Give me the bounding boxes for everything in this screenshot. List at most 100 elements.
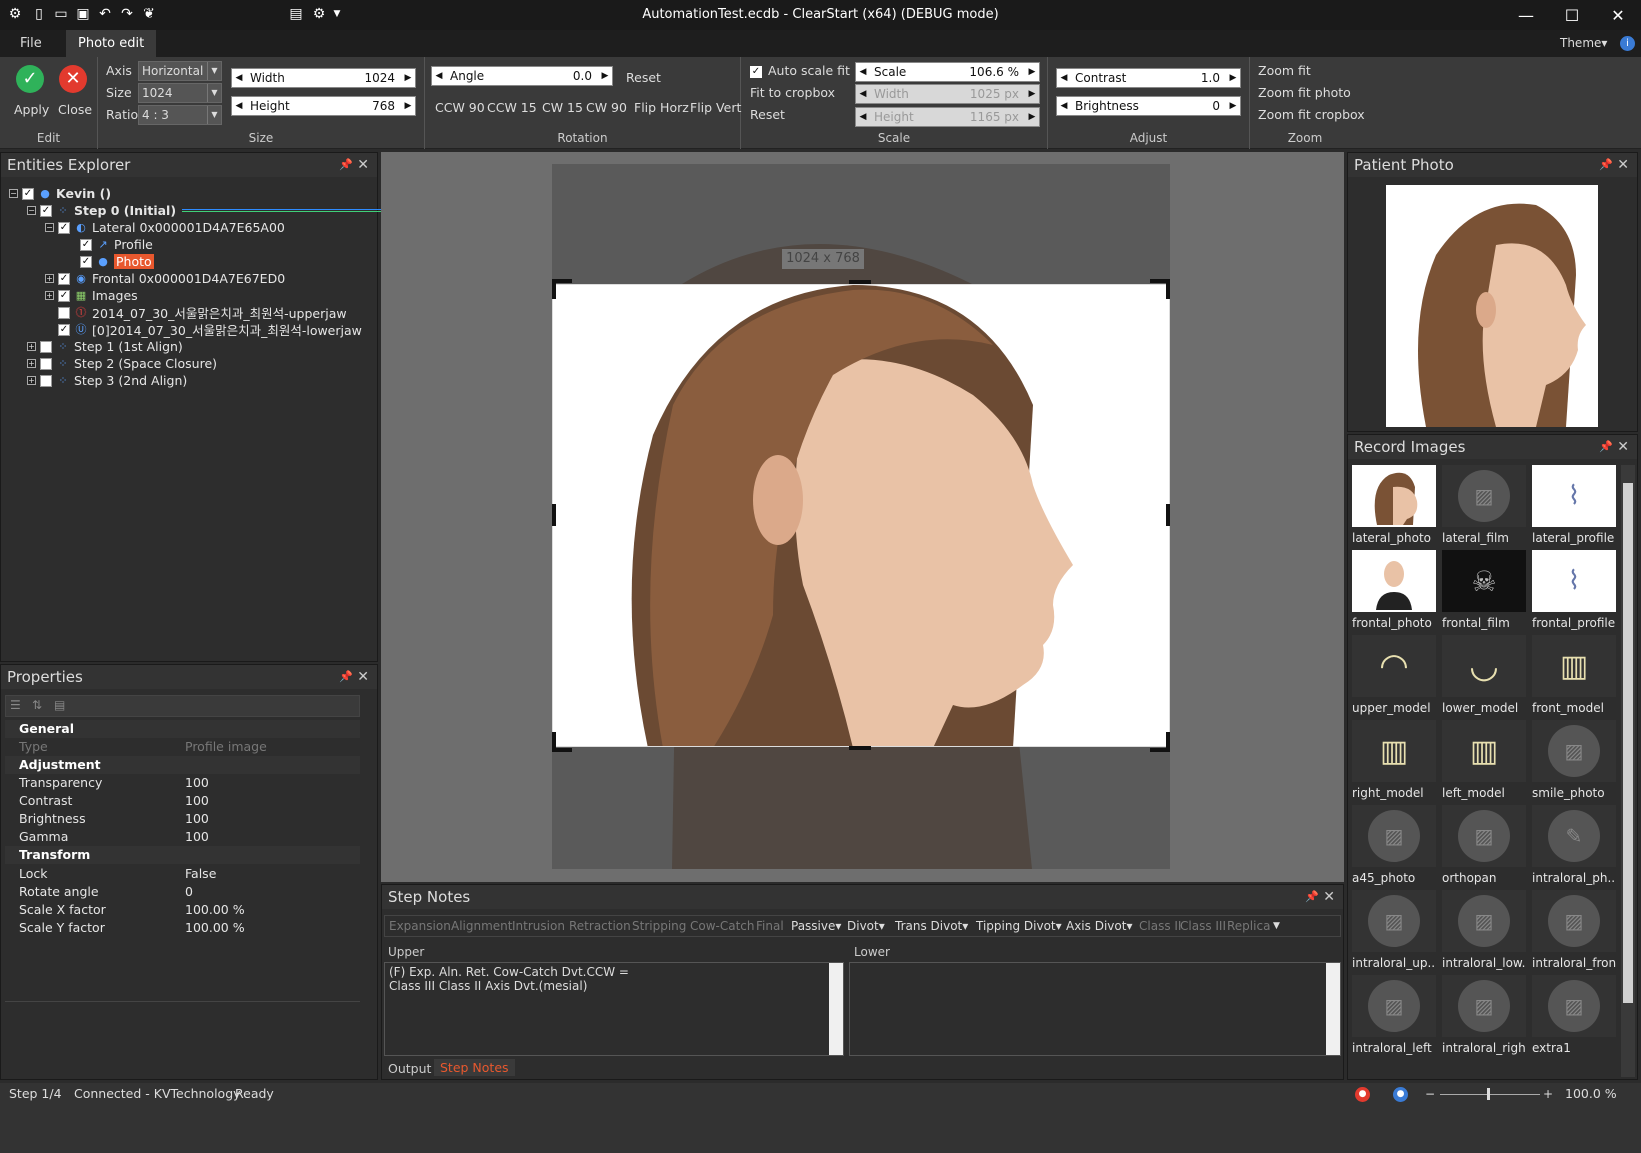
property-value[interactable]: 100.00 % — [185, 919, 245, 937]
record-image-item[interactable]: ▨ intraloral_front — [1532, 890, 1616, 970]
record-image-item[interactable]: ☠ frontal_film — [1442, 550, 1526, 630]
tree-item-step0[interactable]: − ✓ ⁘ Step 0 (Initial) — [27, 202, 393, 219]
angle-spinner[interactable]: ◀ Angle 0.0 ▶ — [431, 66, 613, 86]
expand-icon[interactable]: + — [45, 291, 54, 300]
rotation-reset-button[interactable]: Reset — [626, 70, 661, 85]
notes-tab-stripping[interactable]: Stripping — [632, 916, 686, 936]
zoom-slider-thumb[interactable] — [1487, 1088, 1490, 1100]
arrow-right-icon[interactable]: ▶ — [598, 71, 612, 81]
tree-item-images[interactable]: + ✓ ▦ Images — [45, 287, 138, 304]
property-value[interactable]: 100 — [185, 792, 209, 810]
record-image-item[interactable]: ✎ intraloral_ph... — [1532, 805, 1616, 885]
apply-icon[interactable]: ✓ — [16, 65, 44, 93]
close-icon[interactable]: ✕ — [1323, 885, 1335, 909]
arrow-right-icon[interactable]: ▶ — [401, 101, 415, 111]
lower-scrollbar[interactable] — [1326, 963, 1340, 1055]
zoom-slider[interactable] — [1440, 1094, 1540, 1095]
record-images-scrollbar[interactable] — [1621, 465, 1635, 1077]
crop-handle-bottom-left[interactable] — [552, 732, 572, 752]
notes-tab-class-iii[interactable]: Class III — [1180, 916, 1226, 936]
axis-divot-dropdown[interactable]: Axis Divot▾ — [1066, 916, 1132, 936]
record-image-item[interactable]: ⌇ lateral_profile — [1532, 465, 1616, 545]
crop-handle-top-left[interactable] — [552, 279, 572, 299]
record-image-item[interactable]: ▨ lateral_film — [1442, 465, 1526, 545]
record-image-item[interactable]: lateral_photo — [1352, 465, 1436, 545]
pin-icon[interactable]: 📌 — [1305, 885, 1319, 909]
crop-handle-top[interactable] — [849, 280, 871, 284]
notes-tab-alignment[interactable]: Alignment — [451, 916, 512, 936]
crop-handle-bottom[interactable] — [849, 746, 871, 750]
size-combo[interactable]: 1024 ▼ — [138, 83, 222, 103]
property-value[interactable]: 0 — [185, 883, 193, 901]
collapse-icon[interactable]: − — [27, 206, 36, 215]
scrollbar-thumb[interactable] — [1623, 483, 1633, 1003]
height-spinner[interactable]: ◀ Height 768 ▶ — [231, 96, 416, 116]
property-row[interactable]: Contrast 100 — [5, 792, 360, 810]
arrow-right-icon[interactable]: ▶ — [401, 73, 415, 83]
record-image-item[interactable]: ▨ a45_photo — [1352, 805, 1436, 885]
auto-scale-checkbox[interactable]: ✓ — [750, 66, 762, 78]
tree-item-photo[interactable]: ✓ ● Photo — [80, 253, 154, 270]
crop-handle-left[interactable] — [552, 504, 556, 526]
zoom-out-icon[interactable]: − — [1425, 1083, 1435, 1105]
close-icon[interactable]: ✕ — [357, 153, 369, 177]
record-image-item[interactable]: ▥ left_model — [1442, 720, 1526, 800]
arrow-left-icon[interactable]: ◀ — [232, 73, 246, 83]
tree-item-profile[interactable]: ✓ ↗ Profile — [80, 236, 153, 253]
property-value[interactable]: 100 — [185, 828, 209, 846]
record-image-item[interactable]: ▨ intraloral_right — [1442, 975, 1526, 1055]
tab-file[interactable]: File — [8, 30, 54, 57]
overflow-chevron-icon[interactable]: ▼ — [1273, 916, 1280, 936]
arrow-right-icon[interactable]: ▶ — [1025, 67, 1039, 77]
tipping-divot-dropdown[interactable]: Tipping Divot▾ — [976, 916, 1062, 936]
record-image-item[interactable]: ▨ intraloral_left — [1352, 975, 1436, 1055]
zoom-fit-cropbox-button[interactable]: Zoom fit cropbox — [1258, 107, 1365, 122]
scale-spinner[interactable]: ◀ Scale 106.6 % ▶ — [855, 62, 1040, 82]
collapse-icon[interactable]: − — [9, 189, 18, 198]
auto-scale-fit-label[interactable]: Auto scale fit — [768, 63, 850, 78]
crop-handle-bottom-right[interactable] — [1150, 732, 1170, 752]
checkbox[interactable]: ✓ — [80, 255, 92, 268]
crop-box[interactable] — [552, 284, 1170, 747]
tree-item-step2[interactable]: + ⁘ Step 2 (Space Closure) — [27, 355, 217, 372]
contrast-spinner[interactable]: ◀ Contrast 1.0 ▶ — [1056, 68, 1241, 88]
tab-photo-edit[interactable]: Photo edit — [66, 30, 157, 57]
checkbox[interactable] — [58, 306, 70, 319]
property-row[interactable]: Transparency 100 — [5, 774, 360, 792]
record-image-item[interactable]: ▨ intraloral_low... — [1442, 890, 1526, 970]
theme-dropdown[interactable]: Theme▾ — [1560, 30, 1607, 57]
checkbox[interactable]: ✓ — [58, 323, 70, 336]
fit-to-cropbox-button[interactable]: Fit to cropbox — [750, 85, 835, 100]
property-pages-icon[interactable]: ▤ — [54, 698, 65, 712]
flip-vert-button[interactable]: Flip Vert — [690, 100, 741, 115]
record-image-item[interactable]: ▥ front_model — [1532, 635, 1616, 715]
ratio-combo[interactable]: 4 : 3 ▼ — [138, 105, 222, 125]
scale-reset-button[interactable]: Reset — [750, 107, 785, 122]
arrow-left-icon[interactable]: ◀ — [432, 71, 446, 81]
arrow-right-icon[interactable]: ▶ — [1226, 101, 1240, 111]
property-row[interactable]: Scale Y factor 100.00 % — [5, 919, 360, 937]
zoom-fit-photo-button[interactable]: Zoom fit photo — [1258, 85, 1351, 100]
category-adjustment[interactable]: Adjustment — [5, 756, 360, 774]
maximize-button[interactable]: ☐ — [1549, 0, 1595, 30]
property-value[interactable]: 100 — [185, 810, 209, 828]
bottom-tab-step-notes[interactable]: Step Notes — [434, 1059, 515, 1076]
category-transform[interactable]: Transform — [5, 846, 360, 864]
checkbox[interactable]: ✓ — [40, 204, 52, 217]
property-value[interactable]: 100.00 % — [185, 901, 245, 919]
record-image-item[interactable]: ⌇ frontal_profile — [1532, 550, 1616, 630]
user-icon[interactable]: ● — [1393, 1087, 1408, 1102]
record-image-item[interactable]: ▥ right_model — [1352, 720, 1436, 800]
tree-item-step1[interactable]: + ⁘ Step 1 (1st Align) — [27, 338, 183, 355]
cw90-button[interactable]: CW 90 — [586, 100, 627, 115]
crop-handle-right[interactable] — [1166, 504, 1170, 526]
pin-icon[interactable]: 📌 — [1599, 435, 1613, 459]
categorized-icon[interactable]: ☰ — [10, 698, 21, 712]
notes-tab-retraction[interactable]: Retraction — [569, 916, 631, 936]
record-image-item[interactable]: ◠ upper_model — [1352, 635, 1436, 715]
cw15-button[interactable]: CW 15 — [542, 100, 583, 115]
checkbox[interactable] — [40, 357, 52, 370]
collapse-icon[interactable]: − — [45, 223, 54, 232]
expand-icon[interactable]: + — [27, 376, 36, 385]
tree-item-upperjaw[interactable]: ⓵ 2014_07_30_서울맑은치과_최원석-upperjaw — [58, 304, 347, 321]
